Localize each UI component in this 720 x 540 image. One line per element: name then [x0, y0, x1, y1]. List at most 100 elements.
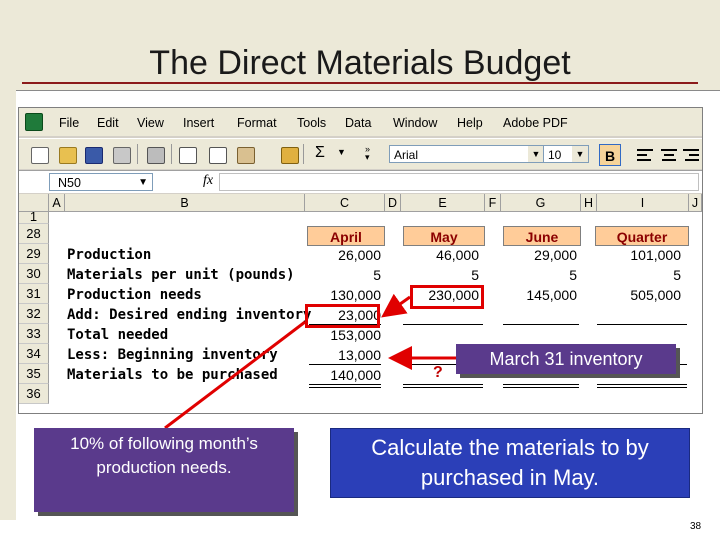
name-box-dropdown-icon[interactable]: ▼ [138, 174, 148, 192]
column-header-j[interactable]: J [689, 194, 702, 212]
cell-quarter-per-unit[interactable]: 5 [597, 267, 681, 283]
paste-icon[interactable] [237, 147, 255, 164]
align-left-icon[interactable] [637, 149, 653, 161]
double-underline-quarter [597, 384, 687, 385]
underline-june [503, 324, 579, 325]
label-desired-ending-inventory[interactable]: Add: Desired ending inventory [67, 307, 311, 323]
double-underline-june [503, 387, 579, 388]
column-header-a[interactable]: A [49, 194, 65, 212]
double-underline-may [403, 387, 483, 388]
font-name-value: Arial [394, 148, 419, 162]
align-right-icon[interactable] [683, 149, 699, 161]
column-header-i[interactable]: I [597, 194, 689, 212]
new-icon[interactable] [31, 147, 49, 164]
cut-icon[interactable] [179, 147, 197, 164]
row-header[interactable]: 32 [19, 304, 49, 324]
header-quarter[interactable]: Quarter [595, 226, 689, 246]
font-name-dropdown-icon[interactable]: ▼ [528, 146, 544, 162]
align-center-icon[interactable] [661, 149, 677, 161]
column-header-h[interactable]: H [581, 194, 597, 212]
column-header-f[interactable]: F [485, 194, 501, 212]
cell-may-question-mark[interactable]: ? [433, 364, 443, 382]
menu-insert[interactable]: Insert [183, 116, 214, 130]
cell-june-per-unit[interactable]: 5 [501, 267, 577, 283]
copy-icon[interactable] [209, 147, 227, 164]
menu-file[interactable]: File [59, 116, 79, 130]
toolbar-separator [303, 144, 304, 164]
column-header-b[interactable]: B [65, 194, 305, 212]
header-june[interactable]: June [503, 226, 581, 246]
cell-april-per-unit[interactable]: 5 [305, 267, 381, 283]
menu-adobe-pdf[interactable]: Adobe PDF [503, 116, 568, 130]
format-painter-icon[interactable] [281, 147, 299, 164]
menu-edit[interactable]: Edit [97, 116, 119, 130]
column-header-e[interactable]: E [401, 194, 485, 212]
cell-june-production-needs[interactable]: 145,000 [501, 287, 577, 303]
row-header[interactable]: 31 [19, 284, 49, 304]
autosum-dropdown-icon[interactable]: ▼ [337, 147, 346, 157]
column-header-d[interactable]: D [385, 194, 401, 212]
row-header[interactable]: 33 [19, 324, 49, 344]
bold-button[interactable]: B [599, 144, 621, 166]
slide-title: The Direct Materials Budget [149, 44, 571, 82]
formula-input[interactable] [219, 173, 699, 191]
font-size-value: 10 [548, 148, 562, 162]
font-size-dropdown-icon[interactable]: ▼ [572, 146, 588, 162]
toolbar-options-icon[interactable]: » ▾ [365, 145, 370, 162]
label-beginning-inventory[interactable]: Less: Beginning inventory [67, 347, 278, 363]
row-header[interactable]: 34 [19, 344, 49, 364]
page-number: 38 [690, 521, 702, 532]
row-header[interactable]: 29 [19, 244, 49, 264]
cell-april-beginning-inventory[interactable]: 13,000 [305, 347, 381, 363]
title-underline [22, 82, 698, 84]
row-header[interactable]: 1 [19, 210, 49, 224]
row-header[interactable]: 35 [19, 364, 49, 384]
cell-april-production-needs[interactable]: 130,000 [305, 287, 381, 303]
menu-data[interactable]: Data [345, 116, 371, 130]
cell-april-production[interactable]: 26,000 [305, 247, 381, 263]
label-total-needed[interactable]: Total needed [67, 327, 168, 343]
double-underline-may [403, 384, 483, 385]
column-header-g[interactable]: G [501, 194, 581, 212]
cell-may-production[interactable]: 46,000 [401, 247, 479, 263]
row-header[interactable]: 28 [19, 224, 49, 244]
left-margin-bar [0, 90, 16, 520]
menu-view[interactable]: View [137, 116, 164, 130]
menu-format[interactable]: Format [237, 116, 277, 130]
menu-bar: File Edit View Insert Format Tools Data … [19, 108, 702, 136]
underline-may [403, 324, 483, 325]
font-size-box[interactable]: 10 ▼ [543, 145, 589, 163]
row-header[interactable]: 36 [19, 384, 49, 404]
cell-april-total-needed[interactable]: 153,000 [305, 327, 381, 343]
fx-icon[interactable]: fx [203, 173, 213, 189]
permission-icon[interactable] [113, 147, 131, 164]
cell-quarter-production[interactable]: 101,000 [597, 247, 681, 263]
header-april[interactable]: April [307, 226, 385, 246]
row-header[interactable]: 30 [19, 264, 49, 284]
underline-april [309, 364, 381, 365]
print-icon[interactable] [147, 147, 165, 164]
menu-window[interactable]: Window [393, 116, 437, 130]
label-materials-to-be-purchased[interactable]: Materials to be purchased [67, 367, 278, 383]
formula-bar: N50 ▼ fx [19, 170, 702, 193]
cell-quarter-production-needs[interactable]: 505,000 [597, 287, 681, 303]
double-underline-quarter [597, 387, 687, 388]
label-production-needs[interactable]: Production needs [67, 287, 202, 303]
autosum-icon[interactable]: Σ [315, 144, 325, 162]
column-header-c[interactable]: C [305, 194, 385, 212]
excel-icon[interactable] [25, 113, 43, 131]
menu-help[interactable]: Help [457, 116, 483, 130]
cell-june-production[interactable]: 29,000 [501, 247, 577, 263]
menu-tools[interactable]: Tools [297, 116, 326, 130]
save-icon[interactable] [85, 147, 103, 164]
name-box[interactable]: N50 ▼ [49, 173, 153, 191]
standard-toolbar: Σ ▼ » ▾ Arial ▼ 10 ▼ B [19, 138, 702, 169]
open-icon[interactable] [59, 147, 77, 164]
font-name-box[interactable]: Arial ▼ [389, 145, 545, 163]
label-materials-per-unit[interactable]: Materials per unit (pounds) [67, 267, 295, 283]
header-may[interactable]: May [403, 226, 485, 246]
label-production[interactable]: Production [67, 247, 151, 263]
callout-ten-percent: 10% of following month’s production need… [34, 428, 294, 512]
cell-april-to-purchase[interactable]: 140,000 [305, 367, 381, 383]
cell-may-per-unit[interactable]: 5 [401, 267, 479, 283]
